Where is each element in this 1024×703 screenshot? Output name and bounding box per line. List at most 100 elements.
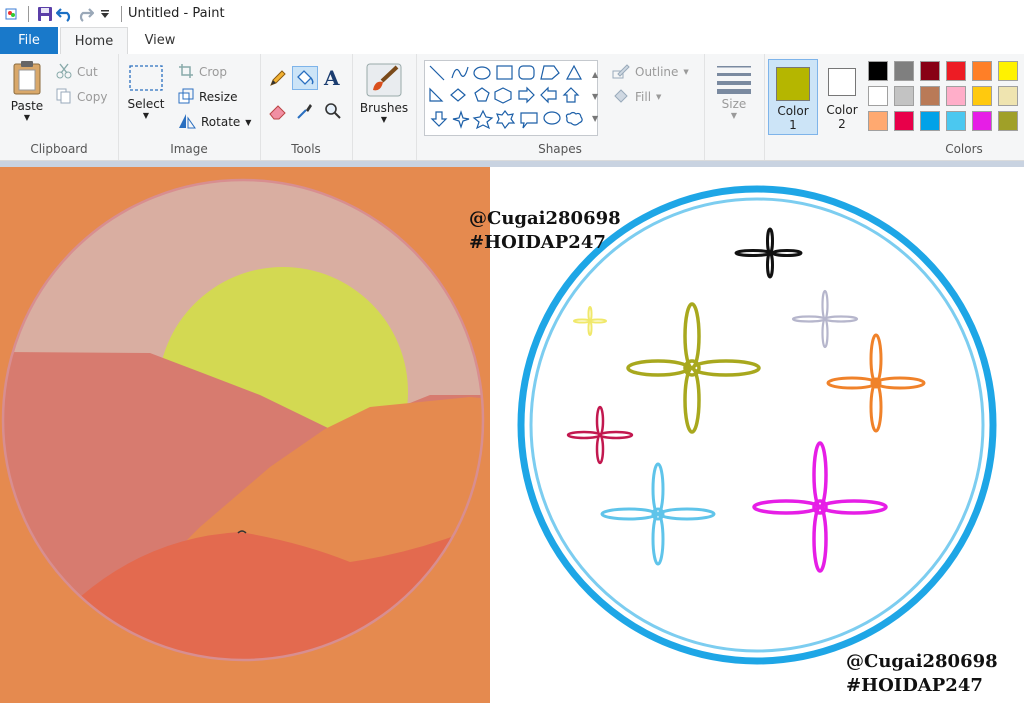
fill-tool[interactable]: [292, 66, 318, 90]
tab-file[interactable]: File: [0, 27, 58, 54]
tab-home[interactable]: Home: [60, 27, 128, 56]
palette-swatch[interactable]: [894, 61, 914, 81]
palette-swatch[interactable]: [894, 111, 914, 131]
color-picker-tool[interactable]: [296, 102, 314, 124]
fill-label: Fill: [635, 90, 652, 104]
fill-button[interactable]: Fill ▼: [612, 87, 661, 107]
select-icon: [129, 65, 163, 91]
tab-view[interactable]: View: [130, 27, 190, 54]
rotate-button[interactable]: Rotate ▼: [178, 112, 251, 132]
color2-label: Color: [826, 103, 858, 117]
ribbon-tabs: File Home View: [0, 27, 1024, 56]
crop-icon: [178, 63, 194, 82]
palette-swatch[interactable]: [868, 111, 888, 131]
copy-icon: [56, 88, 72, 107]
brushes-button[interactable]: Brushes ▼: [358, 62, 410, 124]
separator: [28, 5, 29, 22]
paint-app-icon[interactable]: [2, 3, 22, 25]
outline-button[interactable]: Outline ▼: [612, 62, 689, 82]
size-button[interactable]: Size ▼: [712, 62, 756, 120]
save-icon[interactable]: [35, 3, 55, 25]
crop-button[interactable]: Crop: [178, 62, 227, 82]
image-group: Select ▼ Crop Resize Rotate ▼ Image: [118, 54, 261, 160]
palette-swatch[interactable]: [946, 111, 966, 131]
fill-shape-icon: [612, 88, 630, 107]
copy-button[interactable]: Copy: [56, 87, 107, 107]
palette-swatch[interactable]: [946, 86, 966, 106]
palette-swatch[interactable]: [998, 86, 1018, 106]
brushes-dropdown-arrow: ▼: [380, 115, 388, 124]
color2-swatch: [828, 68, 856, 96]
palette-swatch[interactable]: [868, 86, 888, 106]
palette-swatch[interactable]: [868, 61, 888, 81]
title-bar: Untitled - Paint: [0, 0, 1024, 27]
size-label: Size: [721, 97, 747, 111]
pencil-tool[interactable]: [268, 68, 288, 92]
brushes-group: Brushes ▼: [352, 54, 417, 160]
pencil-icon: [270, 70, 286, 86]
cut-label: Cut: [77, 65, 98, 79]
redo-icon[interactable]: [75, 3, 95, 25]
size-group: Size ▼: [704, 54, 765, 160]
cut-button[interactable]: Cut: [56, 62, 98, 82]
select-button[interactable]: Select ▼: [126, 64, 166, 120]
text-a-icon: A: [324, 66, 340, 90]
brushes-label: Brushes: [359, 101, 409, 115]
palette-swatch[interactable]: [920, 86, 940, 106]
brush-icon: [366, 63, 402, 97]
color1-label: Color: [777, 104, 809, 118]
color1-number: 1: [789, 118, 797, 132]
shapes-group: ▲ ▼ ▼ Outline ▼ Fill ▼ Shapes: [416, 54, 705, 160]
clipboard-group-label: Clipboard: [30, 142, 88, 156]
resize-button[interactable]: Resize: [178, 87, 237, 107]
color1-button[interactable]: Color 1: [768, 59, 818, 135]
customize-quick-access-icon[interactable]: [95, 3, 115, 25]
eraser-tool[interactable]: [268, 102, 288, 124]
drawing-canvas[interactable]: @Cugai280698 #HOIDAP247 @Cugai280698 #HO…: [0, 167, 1024, 703]
palette-swatch[interactable]: [894, 86, 914, 106]
resize-label: Resize: [199, 90, 238, 104]
undo-icon[interactable]: [55, 3, 75, 25]
colors-group: Colors: [864, 54, 1024, 160]
shapes-group-label: Shapes: [538, 142, 582, 156]
shapes-gallery[interactable]: [424, 60, 598, 136]
tools-group-label: Tools: [291, 142, 321, 156]
ribbon: Paste ▼ Cut Copy Clipboard Select ▼ Crop…: [0, 54, 1024, 161]
watermark-tag: #HOIDAP247: [846, 675, 983, 696]
copy-label: Copy: [77, 90, 108, 104]
size-dropdown-arrow: ▼: [730, 111, 738, 120]
outline-dropdown-arrow: ▼: [683, 68, 689, 76]
palette-swatch[interactable]: [972, 61, 992, 81]
paste-button[interactable]: Paste ▼: [4, 60, 50, 122]
select-label: Select: [127, 97, 165, 111]
rotate-dropdown-arrow: ▼: [245, 117, 252, 127]
color1-text: Color 1: [769, 104, 817, 132]
paste-dropdown-arrow: ▼: [23, 113, 31, 122]
gallery-expand-icon[interactable]: ▼: [592, 108, 598, 130]
eyedropper-icon: [297, 104, 312, 119]
rotate-icon: [178, 113, 196, 132]
palette-swatch[interactable]: [946, 61, 966, 81]
resize-icon: [178, 88, 194, 107]
shapes-gallery-icons: [429, 64, 583, 130]
color2-number: 2: [838, 117, 846, 131]
text-tool[interactable]: A: [324, 66, 340, 90]
shapes-scroll-arrows[interactable]: ▲ ▼ ▼: [592, 64, 598, 130]
outline-label: Outline: [635, 65, 679, 79]
watermark-handle: @Cugai280698: [469, 208, 621, 229]
crop-label: Crop: [199, 65, 228, 79]
magnifier-tool[interactable]: [324, 102, 342, 124]
palette-swatch[interactable]: [920, 111, 940, 131]
magnifier-icon: [325, 103, 341, 119]
color2-button[interactable]: Color 2: [820, 59, 864, 135]
palette-swatch[interactable]: [998, 61, 1018, 81]
scroll-down-icon[interactable]: ▼: [592, 86, 598, 108]
palette-swatch[interactable]: [920, 61, 940, 81]
palette-swatch[interactable]: [972, 111, 992, 131]
fill-dropdown-arrow: ▼: [656, 93, 662, 101]
scroll-up-icon[interactable]: ▲: [592, 64, 598, 86]
separator: [121, 5, 122, 22]
palette-swatch[interactable]: [972, 86, 992, 106]
watermark-handle: @Cugai280698: [846, 651, 998, 672]
palette-swatch[interactable]: [998, 111, 1018, 131]
